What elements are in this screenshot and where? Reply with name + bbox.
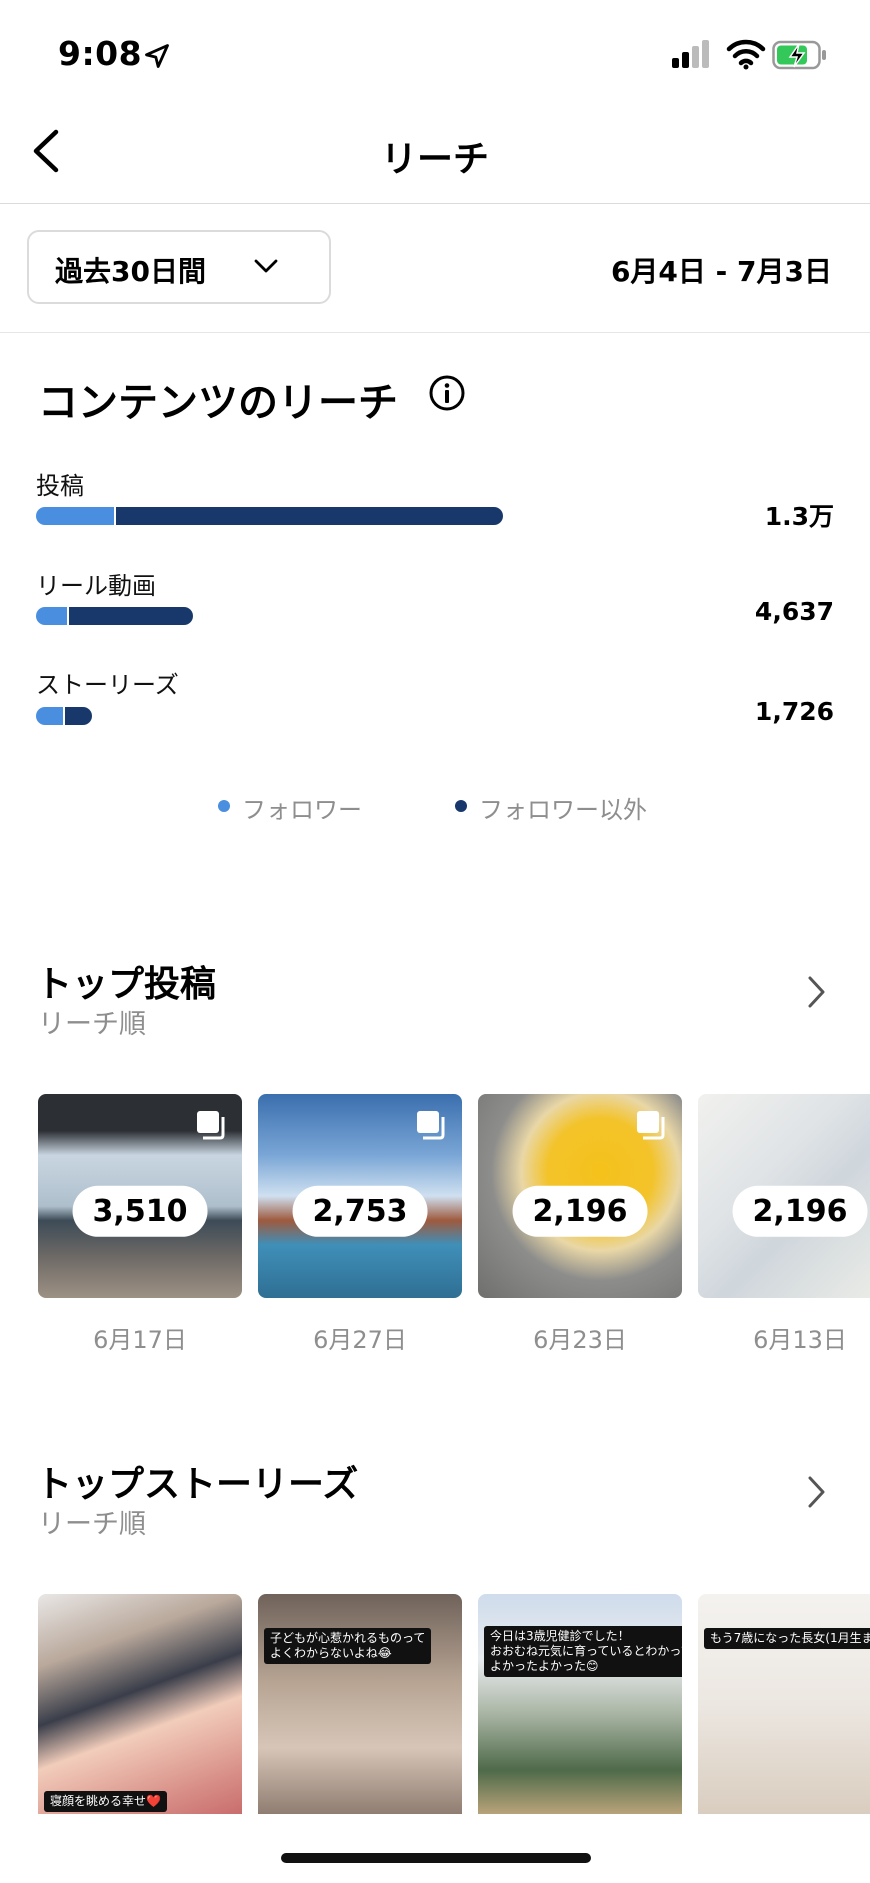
post-date: 6月13日	[753, 1326, 847, 1354]
location-arrow-icon	[145, 44, 169, 68]
story-caption: 今日は3歳児健診でした！ おおむね元気に育っているとわかって よかったよかった😊	[484, 1626, 682, 1677]
content-reach-title: コンテンツのリーチ	[38, 380, 398, 426]
top-posts-title[interactable]: トップ投稿	[36, 955, 216, 1007]
legend-label-non-followers: フォロワー以外	[479, 796, 647, 824]
top-stories-title[interactable]: トップストーリーズ	[36, 1455, 358, 1507]
story-caption: 寝顔を眺める幸せ❤️	[44, 1791, 167, 1812]
reach-count-badge: 3,510	[72, 1185, 208, 1237]
bar-segment-followers	[36, 507, 114, 525]
top-posts-subtitle: リーチ順	[38, 1009, 146, 1040]
reach-bar-reels	[36, 607, 193, 625]
bar-segment-followers	[36, 607, 67, 625]
reach-value-posts: 1.3万	[764, 502, 834, 531]
header-divider	[0, 203, 870, 204]
reach-value-reels: 4,637	[754, 597, 834, 626]
top-post-thumbnail[interactable]: 3,510	[38, 1094, 242, 1298]
carousel-icon	[637, 1111, 665, 1140]
period-label[interactable]: 過去30日間	[55, 250, 206, 290]
page-title: リーチ	[380, 139, 489, 180]
story-thumbnail[interactable]: 今日は3歳児健診でした！ おおむね元気に育っているとわかって よかったよかった😊	[478, 1594, 682, 1814]
bar-segment-followers	[36, 707, 63, 725]
chevron-down-icon[interactable]	[253, 255, 279, 277]
reach-count-badge: 2,753	[292, 1185, 428, 1237]
top-stories-subtitle: リーチ順	[38, 1509, 146, 1540]
cellular-signal-icon	[672, 40, 709, 68]
reach-row-label-reels: リール動画	[36, 572, 156, 600]
filter-divider	[0, 332, 870, 333]
story-thumbnail[interactable]: 寝顔を眺める幸せ❤️	[38, 1594, 242, 1814]
story-thumbnail[interactable]: 子どもが心惹かれるものって よくわからないよね😂	[258, 1594, 462, 1814]
story-thumbnail[interactable]: もう7歳になった長女(1月生まれ)	[698, 1594, 870, 1814]
bar-segment-non-followers	[69, 607, 193, 625]
legend-dot-non-followers	[455, 800, 467, 812]
reach-bar-stories	[36, 707, 92, 725]
story-caption: もう7歳になった長女(1月生まれ)	[704, 1628, 870, 1649]
info-icon[interactable]	[428, 374, 466, 412]
reach-value-stories: 1,726	[754, 697, 834, 726]
reach-row-label-stories: ストーリーズ	[36, 671, 179, 699]
home-indicator[interactable]	[281, 1853, 591, 1863]
post-date: 6月17日	[93, 1326, 187, 1354]
post-date: 6月23日	[533, 1326, 627, 1354]
chevron-right-icon[interactable]	[806, 974, 828, 1010]
carousel-icon	[417, 1111, 445, 1140]
reach-count-badge: 2,196	[732, 1185, 868, 1237]
battery-charging-icon	[772, 40, 826, 70]
wifi-icon	[726, 39, 766, 70]
top-post-thumbnail[interactable]: 2,753	[258, 1094, 462, 1298]
reach-row-label-posts: 投稿	[36, 472, 84, 500]
post-date: 6月27日	[313, 1326, 407, 1354]
carousel-icon	[197, 1111, 225, 1140]
date-range: 6月4日 - 7月3日	[610, 255, 832, 288]
bar-segment-non-followers	[65, 707, 92, 725]
bar-segment-non-followers	[116, 507, 503, 525]
reach-bar-posts	[36, 507, 503, 525]
chevron-right-icon[interactable]	[806, 1474, 828, 1510]
legend-dot-followers	[218, 800, 230, 812]
status-time: 9:08	[58, 34, 143, 73]
top-post-thumbnail[interactable]: 2,196	[698, 1094, 870, 1298]
story-caption: 子どもが心惹かれるものって よくわからないよね😂	[264, 1628, 432, 1664]
top-post-thumbnail[interactable]: 2,196	[478, 1094, 682, 1298]
legend-label-followers: フォロワー	[242, 796, 362, 824]
reach-count-badge: 2,196	[512, 1185, 648, 1237]
